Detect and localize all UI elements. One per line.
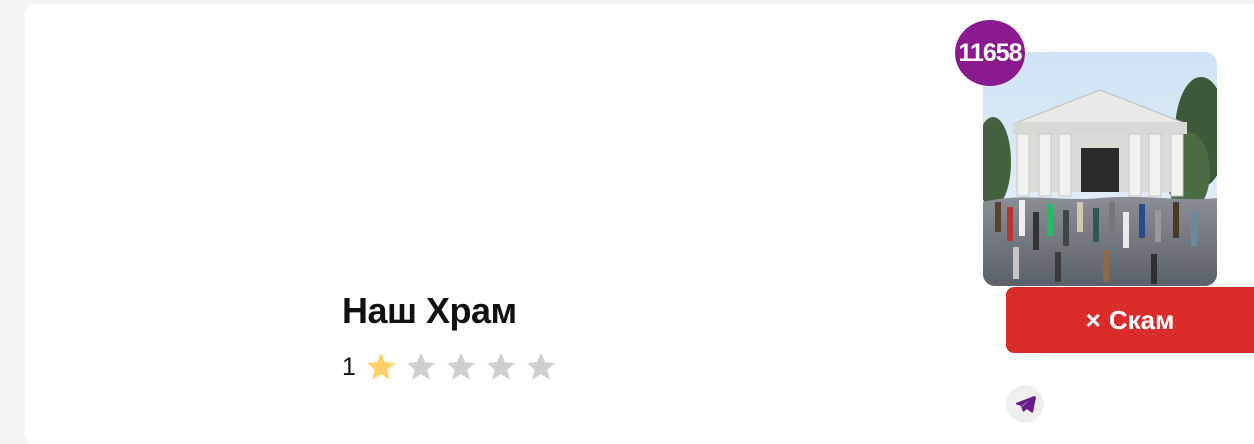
- temple-image: [983, 52, 1217, 286]
- project-number-badge: 11658: [955, 20, 1025, 86]
- star-filled-icon[interactable]: [364, 350, 398, 384]
- telegram-link[interactable]: [1006, 385, 1044, 423]
- project-thumbnail[interactable]: [983, 52, 1217, 286]
- close-icon: ×: [1085, 304, 1101, 335]
- scam-button[interactable]: × Скам: [1006, 287, 1254, 353]
- star-empty-icon[interactable]: [404, 350, 438, 384]
- star-empty-icon[interactable]: [444, 350, 478, 384]
- star-empty-icon[interactable]: [484, 350, 518, 384]
- rating-count: 1: [342, 352, 356, 381]
- project-title[interactable]: Наш Храм: [342, 290, 517, 332]
- rating: 1: [342, 350, 564, 384]
- scam-button-label: Скам: [1108, 304, 1175, 335]
- star-empty-icon[interactable]: [524, 350, 558, 384]
- telegram-icon: [1015, 396, 1036, 413]
